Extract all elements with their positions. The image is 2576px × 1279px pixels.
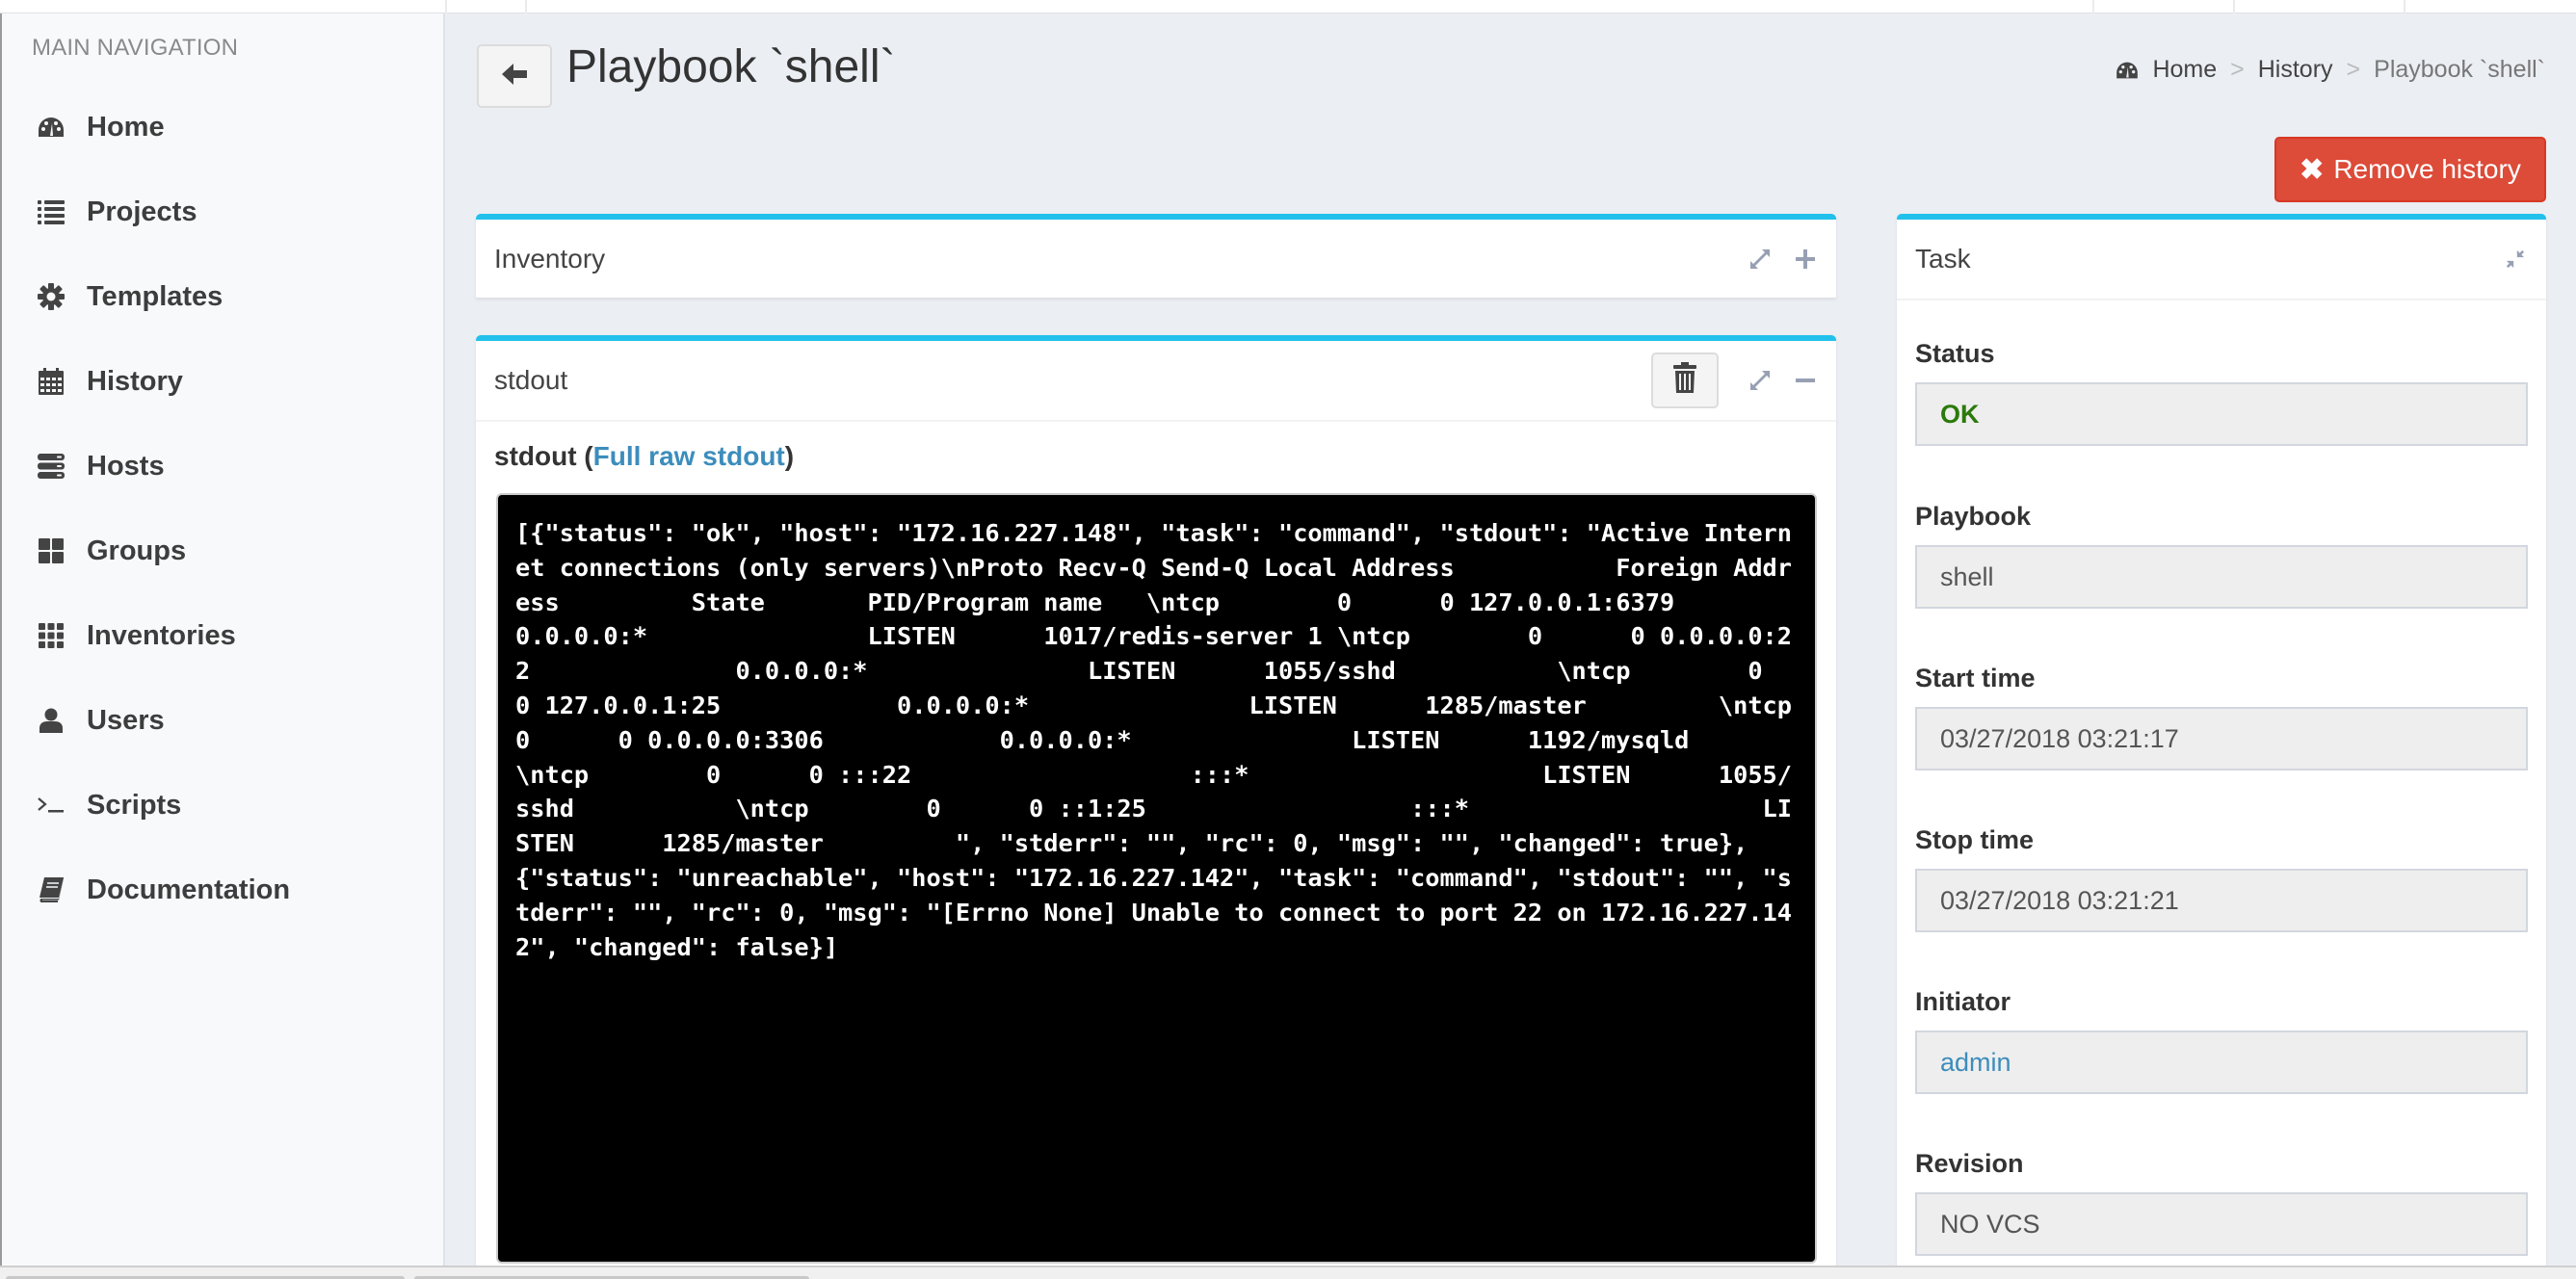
breadcrumb-separator: > — [2346, 56, 2361, 83]
field-playbook: Playbook shell — [1915, 502, 2528, 609]
panel-divider — [476, 420, 1836, 422]
stdout-output[interactable]: [{"status": "ok", "host": "172.16.227.14… — [496, 493, 1817, 1264]
expand-icon[interactable] — [1749, 370, 1771, 391]
compress-icon[interactable] — [2506, 249, 2525, 269]
stdout-subtitle: stdout (Full raw stdout) — [494, 441, 794, 472]
user-icon — [37, 706, 66, 735]
sidebar-item-templates[interactable]: Templates — [37, 268, 422, 326]
field-label: Status — [1915, 339, 1995, 368]
back-button[interactable] — [477, 44, 552, 108]
clear-stdout-button[interactable] — [1651, 352, 1719, 408]
top-bar-divider — [525, 0, 527, 13]
field-label: Initiator — [1915, 987, 2011, 1016]
sidebar-item-label: Inventories — [87, 619, 236, 651]
field-status: Status OK — [1915, 339, 2528, 446]
page-title: Playbook `shell` — [566, 41, 896, 92]
top-bar-divider — [2404, 0, 2405, 13]
sidebar: MAIN NAVIGATION Home Projects Templates … — [0, 13, 445, 1266]
full-raw-stdout-link[interactable]: Full raw stdout — [593, 441, 785, 471]
sidebar-item-documentation[interactable]: Documentation — [37, 861, 422, 919]
main-content: Playbook `shell` Home > History > Playbo… — [447, 13, 2576, 1279]
sidebar-item-home[interactable]: Home — [37, 98, 422, 156]
stdout-subtitle-prefix: stdout ( — [494, 441, 593, 471]
breadcrumb-history[interactable]: History — [2258, 56, 2333, 84]
sidebar-item-label: Home — [87, 111, 165, 143]
close-icon: ✖ — [2300, 153, 2325, 186]
panel-title: Inventory — [494, 244, 606, 274]
top-bar-divider — [2233, 0, 2235, 13]
grid-large-icon — [37, 536, 66, 565]
sidebar-item-projects[interactable]: Projects — [37, 183, 422, 241]
book-icon — [37, 875, 66, 904]
field-stop-time: Stop time 03/27/2018 03:21:21 — [1915, 825, 2528, 932]
minus-icon[interactable] — [1796, 371, 1815, 390]
list-icon — [37, 197, 66, 226]
terminal-icon — [37, 791, 66, 820]
stdout-subtitle-suffix: ) — [784, 441, 795, 471]
sidebar-item-label: Templates — [87, 280, 223, 312]
task-panel: Task Status OK Playbook shell Start time… — [1897, 214, 2546, 1279]
sidebar-item-label: Projects — [87, 196, 197, 227]
sidebar-item-groups[interactable]: Groups — [37, 522, 422, 580]
arrow-left-icon — [502, 63, 527, 91]
field-label: Playbook — [1915, 502, 2032, 531]
remove-history-label: Remove history — [2333, 154, 2521, 184]
panel-title: stdout — [494, 365, 568, 395]
panel-divider — [1897, 299, 2546, 300]
field-start-time: Start time 03/27/2018 03:21:17 — [1915, 664, 2528, 770]
stop-time-value: 03/27/2018 03:21:21 — [1915, 869, 2528, 932]
grid-small-icon — [37, 621, 66, 650]
sidebar-item-scripts[interactable]: Scripts — [37, 776, 422, 834]
field-label: Revision — [1915, 1149, 2024, 1178]
sidebar-item-hosts[interactable]: Hosts — [37, 437, 422, 495]
sidebar-item-users[interactable]: Users — [37, 692, 422, 749]
breadcrumb-home[interactable]: Home — [2152, 56, 2217, 84]
inventory-panel: Inventory — [476, 214, 1836, 298]
breadcrumb-current: Playbook `shell` — [2374, 56, 2545, 83]
top-bar-divider — [2092, 0, 2094, 13]
sidebar-item-label: Users — [87, 704, 165, 736]
field-initiator: Initiator admin — [1915, 987, 2528, 1094]
breadcrumb-separator: > — [2230, 56, 2245, 83]
dashboard-icon — [37, 113, 66, 142]
top-bar-divider — [445, 0, 447, 13]
dashboard-icon — [2116, 61, 2139, 80]
plus-icon[interactable] — [1796, 249, 1815, 269]
sidebar-item-label: History — [87, 365, 183, 397]
breadcrumb: Home > History > Playbook `shell` — [2116, 56, 2545, 84]
panel-title: Task — [1915, 244, 1971, 274]
sidebar-item-history[interactable]: History — [37, 352, 422, 410]
field-revision: Revision NO VCS — [1915, 1149, 2528, 1256]
trash-icon — [1673, 361, 1696, 400]
calendar-icon — [37, 367, 66, 396]
playbook-value: shell — [1915, 545, 2528, 609]
stdout-text: [{"status": "ok", "host": "172.16.227.14… — [515, 519, 1793, 961]
stdout-panel: stdout stdout (Full raw stdout) [{"statu… — [476, 335, 1836, 1279]
remove-history-button[interactable]: ✖ Remove history — [2274, 137, 2546, 202]
field-label: Stop time — [1915, 825, 2035, 854]
horizontal-scrollbar[interactable] — [0, 1266, 2576, 1279]
status-value: OK — [1915, 382, 2528, 446]
gear-icon — [37, 282, 66, 311]
server-icon — [37, 452, 66, 481]
sidebar-item-label: Documentation — [87, 874, 291, 905]
expand-icon[interactable] — [1749, 248, 1771, 270]
sidebar-item-label: Groups — [87, 535, 187, 566]
sidebar-item-inventories[interactable]: Inventories — [37, 607, 422, 665]
revision-value: NO VCS — [1915, 1192, 2528, 1256]
sidebar-item-label: Scripts — [87, 789, 182, 821]
field-label: Start time — [1915, 664, 2036, 692]
top-bar — [0, 0, 2576, 13]
start-time-value: 03/27/2018 03:21:17 — [1915, 707, 2528, 770]
initiator-link[interactable]: admin — [1915, 1031, 2528, 1094]
sidebar-item-label: Hosts — [87, 450, 165, 482]
nav-header: MAIN NAVIGATION — [32, 35, 239, 61]
